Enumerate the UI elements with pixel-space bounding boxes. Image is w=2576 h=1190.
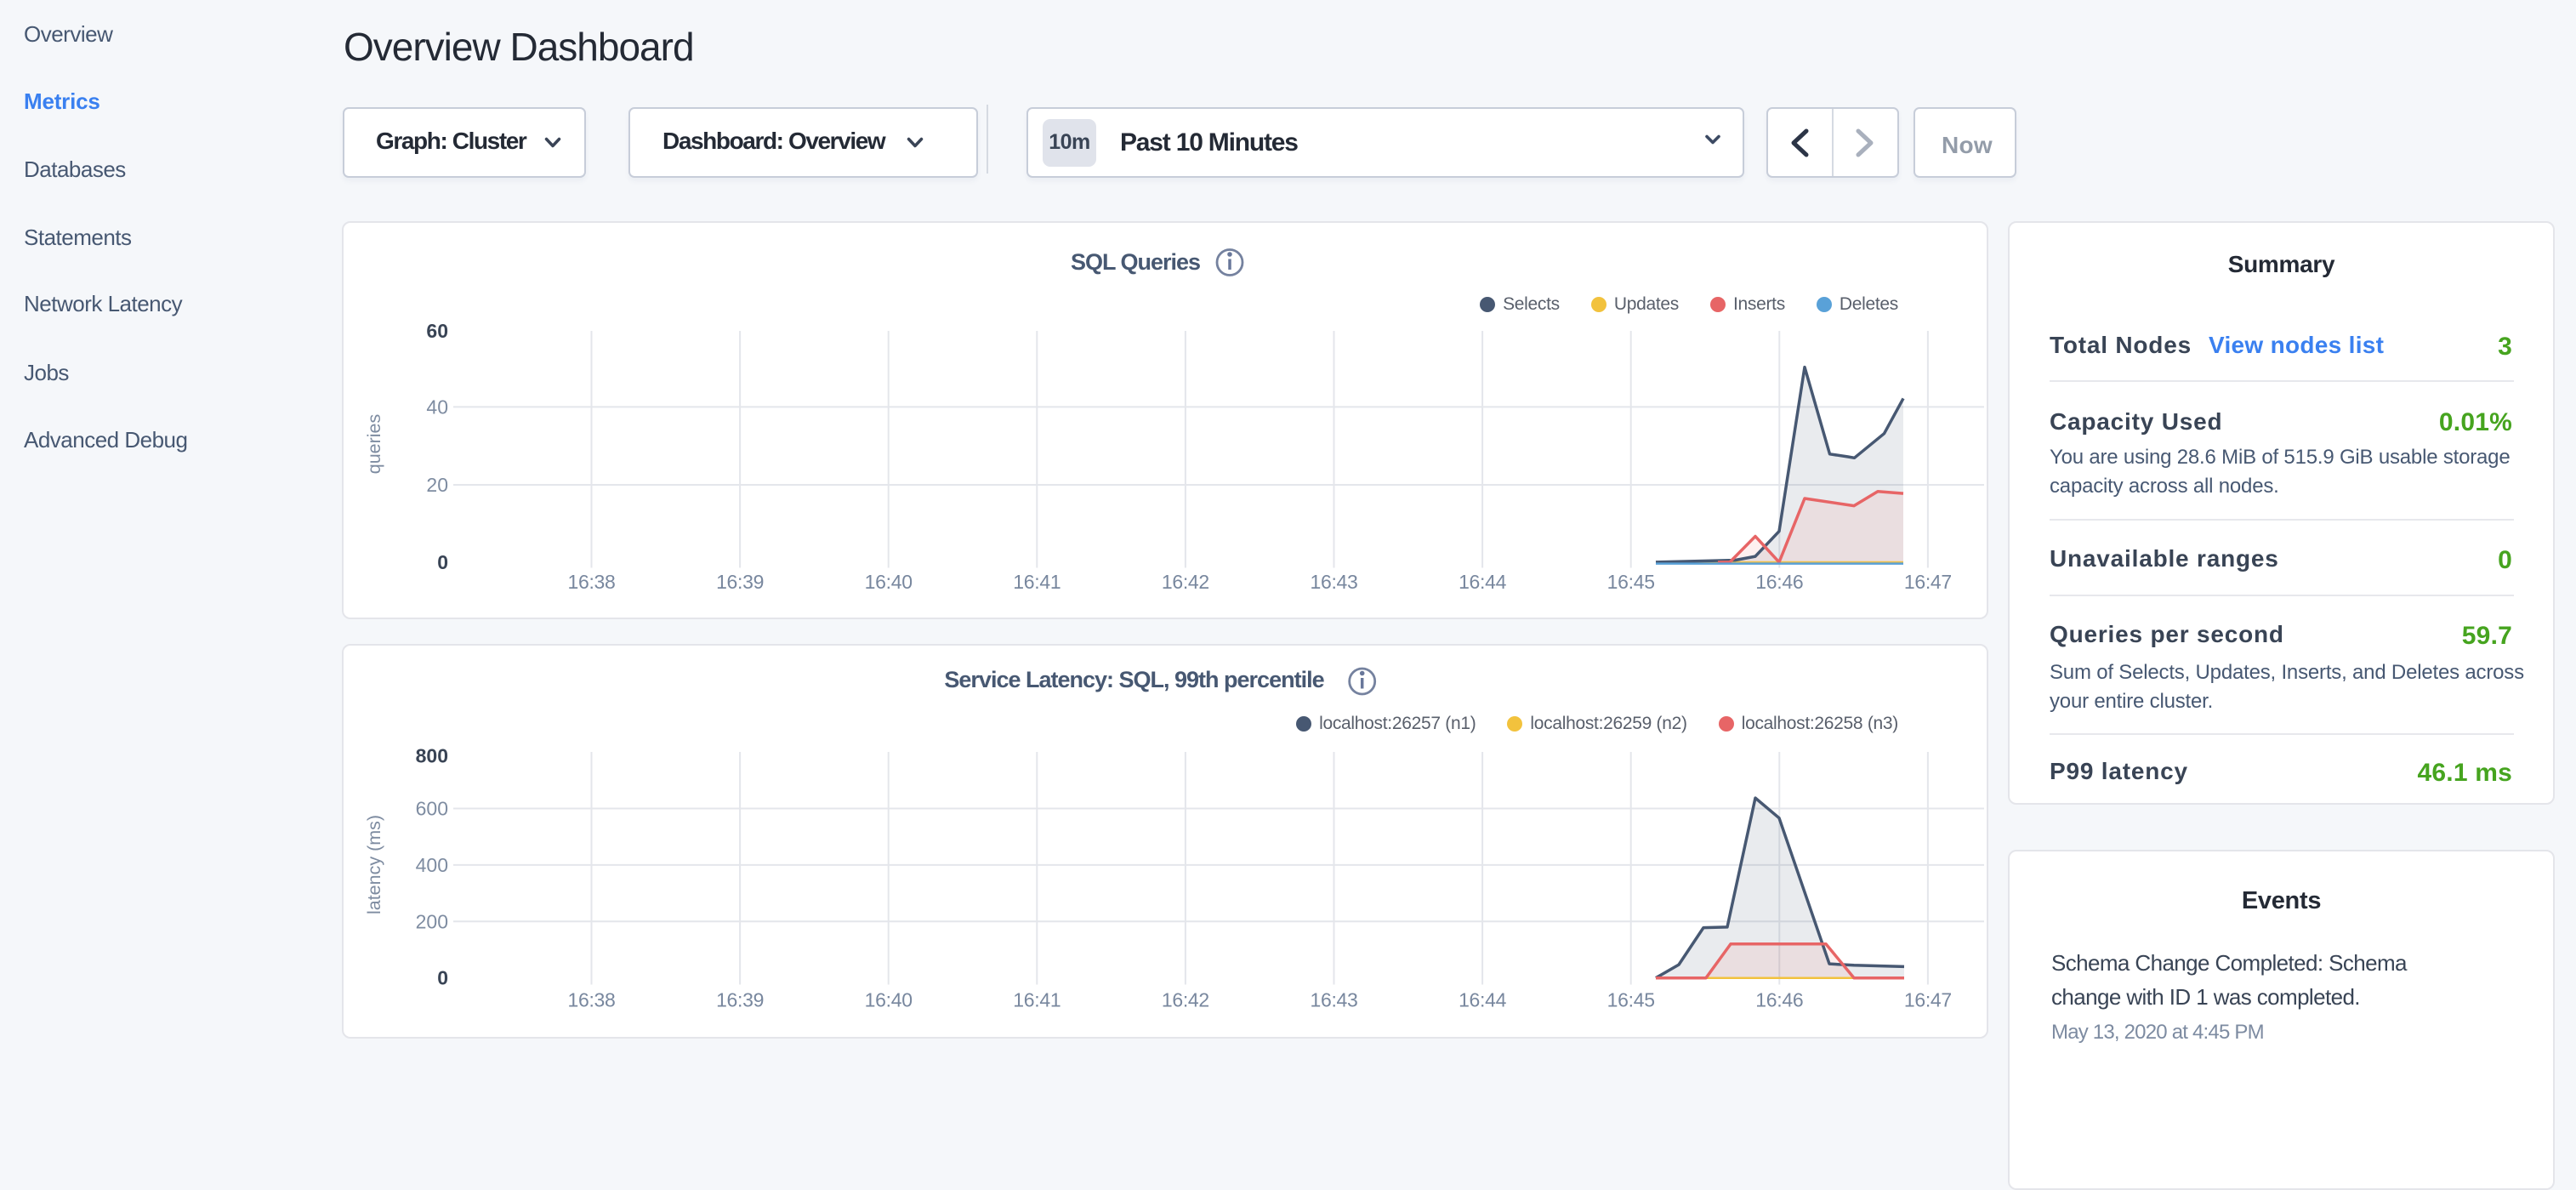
svg-text:16:45: 16:45 [1607, 989, 1655, 1011]
svg-text:16:43: 16:43 [1310, 571, 1357, 593]
svg-text:60: 60 [426, 320, 448, 342]
svg-text:16:41: 16:41 [1013, 989, 1061, 1011]
svg-text:800: 800 [416, 745, 448, 767]
svg-text:16:39: 16:39 [716, 571, 764, 593]
svg-text:16:42: 16:42 [1162, 571, 1209, 593]
svg-text:200: 200 [416, 910, 448, 932]
svg-text:Service Latency: SQL, 99th per: Service Latency: SQL, 99th percentile [944, 667, 1324, 692]
svg-text:16:42: 16:42 [1162, 989, 1209, 1011]
svg-text:16:46: 16:46 [1755, 571, 1803, 593]
svg-text:queries: queries [364, 414, 384, 475]
svg-text:16:45: 16:45 [1607, 571, 1655, 593]
svg-text:600: 600 [416, 798, 448, 820]
svg-text:0: 0 [437, 967, 448, 989]
svg-text:16:47: 16:47 [1904, 989, 1952, 1011]
svg-text:16:46: 16:46 [1755, 989, 1803, 1011]
svg-text:latency (ms): latency (ms) [364, 815, 384, 914]
svg-text:16:40: 16:40 [865, 571, 913, 593]
svg-text:40: 40 [426, 396, 448, 418]
svg-text:16:47: 16:47 [1904, 571, 1952, 593]
svg-text:20: 20 [426, 474, 448, 496]
svg-text:16:41: 16:41 [1013, 571, 1061, 593]
svg-text:16:38: 16:38 [567, 989, 615, 1011]
svg-text:16:44: 16:44 [1459, 989, 1507, 1011]
svg-text:SQL Queries: SQL Queries [1071, 249, 1200, 275]
svg-text:400: 400 [416, 854, 448, 876]
svg-text:16:43: 16:43 [1310, 989, 1357, 1011]
svg-text:16:44: 16:44 [1459, 571, 1507, 593]
svg-text:16:39: 16:39 [716, 989, 764, 1011]
svg-text:16:40: 16:40 [865, 989, 913, 1011]
svg-text:16:38: 16:38 [567, 571, 615, 593]
svg-text:0: 0 [437, 551, 448, 573]
